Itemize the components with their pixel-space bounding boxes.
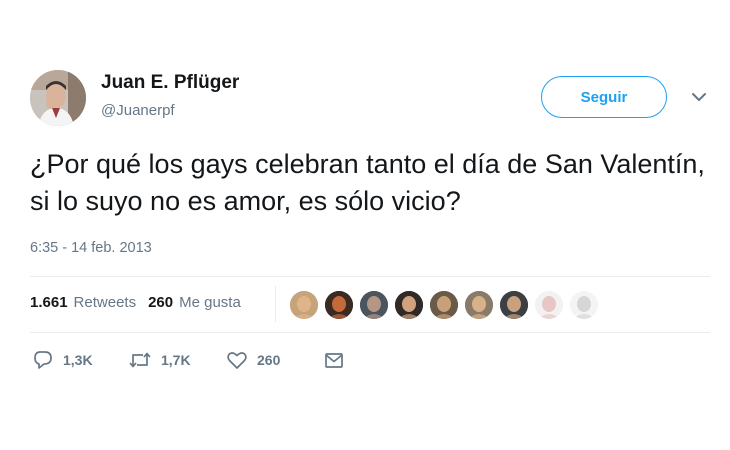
liker-avatar[interactable] (360, 291, 388, 319)
retweets-count[interactable]: 1.661 (30, 294, 68, 311)
tweet-card: Juan E. Pflüger @Juanerpf Seguir ¿Por qu… (0, 0, 730, 450)
liker-avatar[interactable] (465, 291, 493, 319)
retweet-icon (129, 352, 151, 368)
like-count: 260 (257, 352, 281, 368)
heart-icon (227, 352, 247, 369)
liker-avatar[interactable] (535, 291, 563, 319)
follow-button[interactable]: Seguir (541, 76, 667, 118)
liker-avatar[interactable] (325, 291, 353, 319)
profile-photo (30, 70, 86, 126)
retweet-count: 1,7K (161, 352, 191, 368)
author-name[interactable]: Juan E. Pflüger (101, 72, 239, 94)
retweet-button[interactable]: 1,7K (128, 348, 191, 372)
stats-separator (275, 286, 276, 322)
reply-count: 1,3K (63, 352, 93, 368)
like-button[interactable]: 260 (226, 348, 280, 372)
likes-count[interactable]: 260 (148, 294, 173, 311)
likes-label[interactable]: Me gusta (179, 294, 241, 311)
chevron-down-icon[interactable] (690, 90, 708, 104)
liker-avatar[interactable] (500, 291, 528, 319)
tweet-text: ¿Por qué los gays celebran tanto el día … (30, 149, 705, 216)
liker-avatar[interactable] (395, 291, 423, 319)
avatar[interactable] (30, 70, 86, 126)
author-handle[interactable]: @Juanerpf (101, 102, 175, 119)
reply-button[interactable]: 1,3K (32, 348, 93, 372)
divider (30, 276, 710, 277)
engagement-stats: 1.661 Retweets 260 Me gusta (30, 294, 241, 311)
divider (30, 332, 710, 333)
liker-avatar[interactable] (570, 291, 598, 319)
envelope-icon (325, 353, 343, 368)
tweet-timestamp[interactable]: 6:35 - 14 feb. 2013 (30, 240, 152, 256)
retweets-label[interactable]: Retweets (74, 294, 137, 311)
liker-avatar[interactable] (430, 291, 458, 319)
reply-icon (34, 351, 52, 369)
direct-message-button[interactable] (323, 348, 345, 372)
liker-avatar[interactable] (290, 291, 318, 319)
